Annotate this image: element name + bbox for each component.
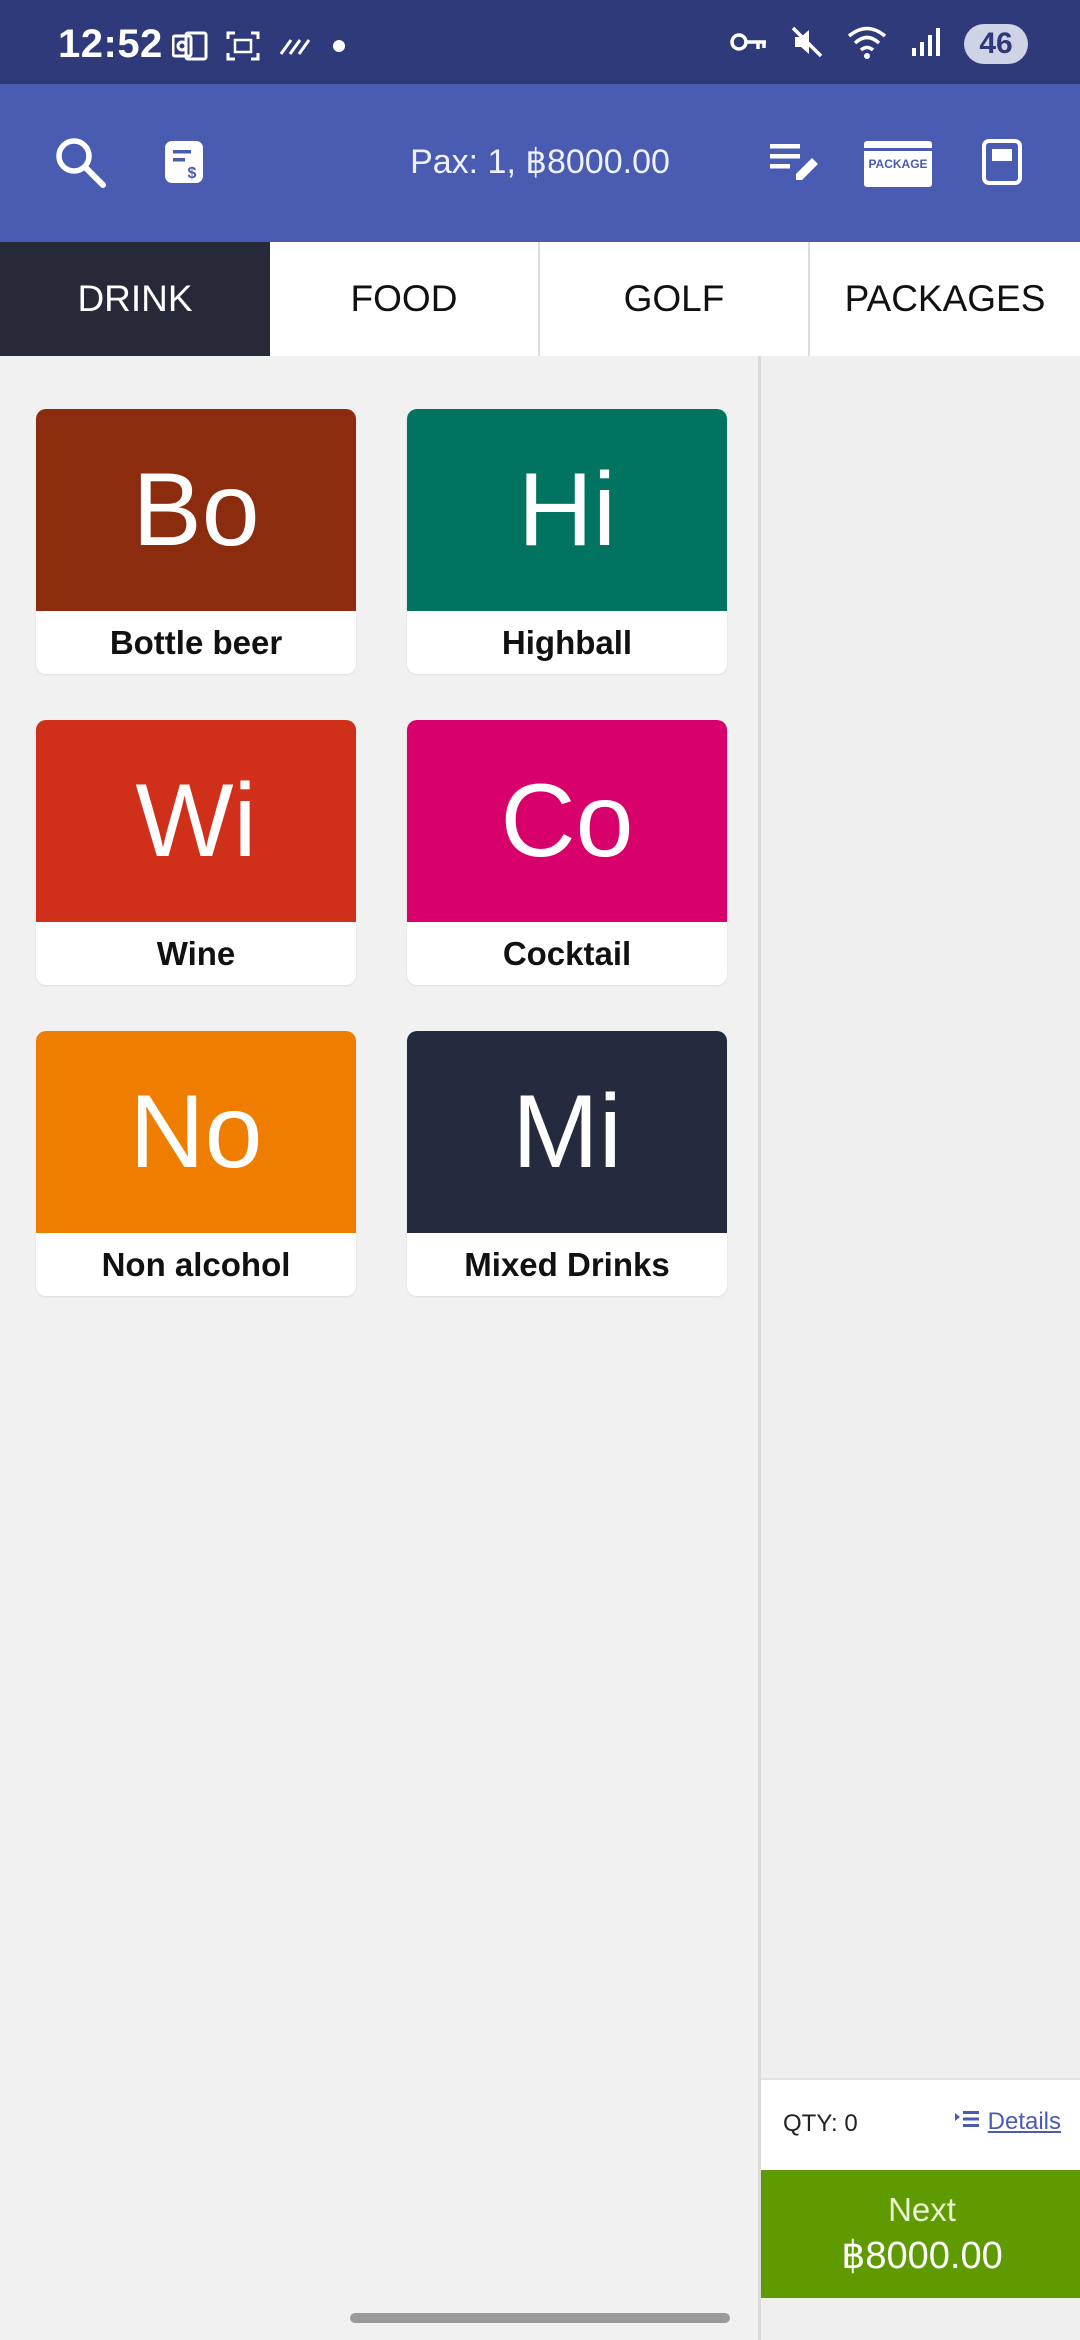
receipt-icon: $: [162, 138, 206, 191]
category-tile-non-alcohol[interactable]: No Non alcohol: [36, 1031, 356, 1296]
category-label: Wine: [156, 934, 236, 972]
battery-indicator: 46: [964, 24, 1028, 64]
category-tile-mixed-drinks[interactable]: Mi Mixed Drinks: [407, 1031, 727, 1296]
category-swatch: Mi: [407, 1031, 727, 1233]
edit-order-button[interactable]: [758, 128, 830, 200]
edit-list-icon: [768, 140, 820, 189]
tab-packages[interactable]: PACKAGES: [810, 242, 1080, 356]
category-label: Highball: [501, 623, 633, 661]
category-label: Non alcohol: [101, 1245, 291, 1283]
category-tile-bottle-beer[interactable]: Bo Bottle beer: [36, 409, 356, 674]
signal-icon: [910, 26, 942, 63]
category-grid: Bo Bottle beer Hi Highball Wi Wine Co Co…: [0, 356, 758, 2340]
screenshot-icon: [226, 30, 260, 67]
dot-icon: [332, 39, 346, 58]
tab-food[interactable]: FOOD: [270, 242, 540, 356]
package-icon-label: PACKAGE: [868, 157, 928, 171]
svg-text:$: $: [188, 165, 197, 182]
package-icon: PACKAGE: [864, 141, 932, 187]
details-label: Details: [987, 2108, 1061, 2135]
search-icon: [53, 135, 107, 194]
status-time: 12:52: [58, 22, 163, 66]
mute-icon: [790, 25, 824, 64]
tab-drink[interactable]: DRINK: [0, 242, 270, 356]
pax-summary: Pax: 1, ฿8000.00: [410, 143, 670, 181]
category-label: Mixed Drinks: [464, 1245, 670, 1283]
status-right-icons: 46: [730, 24, 1028, 64]
list-indent-icon: [954, 2108, 980, 2136]
category-swatch: Wi: [36, 720, 356, 922]
category-swatch: Hi: [407, 409, 727, 611]
receipt-button[interactable]: $: [148, 128, 220, 200]
next-amount: ฿8000.00: [841, 2234, 1003, 2277]
category-label: Bottle beer: [109, 623, 283, 661]
app-bar: $ Pax: 1, ฿8000.00 PACKAGE: [0, 84, 1080, 242]
vpn-key-icon: [730, 30, 768, 59]
qty-count: QTY: 0: [783, 2110, 858, 2137]
package-button[interactable]: PACKAGE: [858, 128, 938, 200]
data-saver-icon: [278, 36, 314, 61]
details-link[interactable]: Details: [954, 2108, 1061, 2136]
qty-bar: QTY: 0 Details: [761, 2078, 1080, 2170]
category-label: Cocktail: [502, 934, 632, 972]
category-tile-wine[interactable]: Wi Wine: [36, 720, 356, 985]
category-swatch: Bo: [36, 409, 356, 611]
wifi-icon: [846, 25, 888, 64]
category-swatch: Co: [407, 720, 727, 922]
calculator-button[interactable]: [966, 128, 1038, 200]
category-tile-highball[interactable]: Hi Highball: [407, 409, 727, 674]
home-indicator[interactable]: [350, 2313, 730, 2323]
calculator-icon: [982, 138, 1022, 190]
next-label: Next: [888, 2190, 956, 2228]
next-button[interactable]: Next ฿8000.00: [761, 2170, 1080, 2298]
outlook-icon: [171, 31, 208, 66]
category-swatch: No: [36, 1031, 356, 1233]
status-bar: 12:52 46: [0, 0, 1080, 84]
category-tile-cocktail[interactable]: Co Cocktail: [407, 720, 727, 985]
tab-golf[interactable]: GOLF: [540, 242, 810, 356]
status-left-icons: [171, 30, 346, 67]
search-button[interactable]: [44, 128, 116, 200]
order-panel: QTY: 0 Details Next ฿8000.00: [758, 356, 1080, 2340]
category-tabs: DRINK FOOD GOLF PACKAGES: [0, 242, 1080, 356]
